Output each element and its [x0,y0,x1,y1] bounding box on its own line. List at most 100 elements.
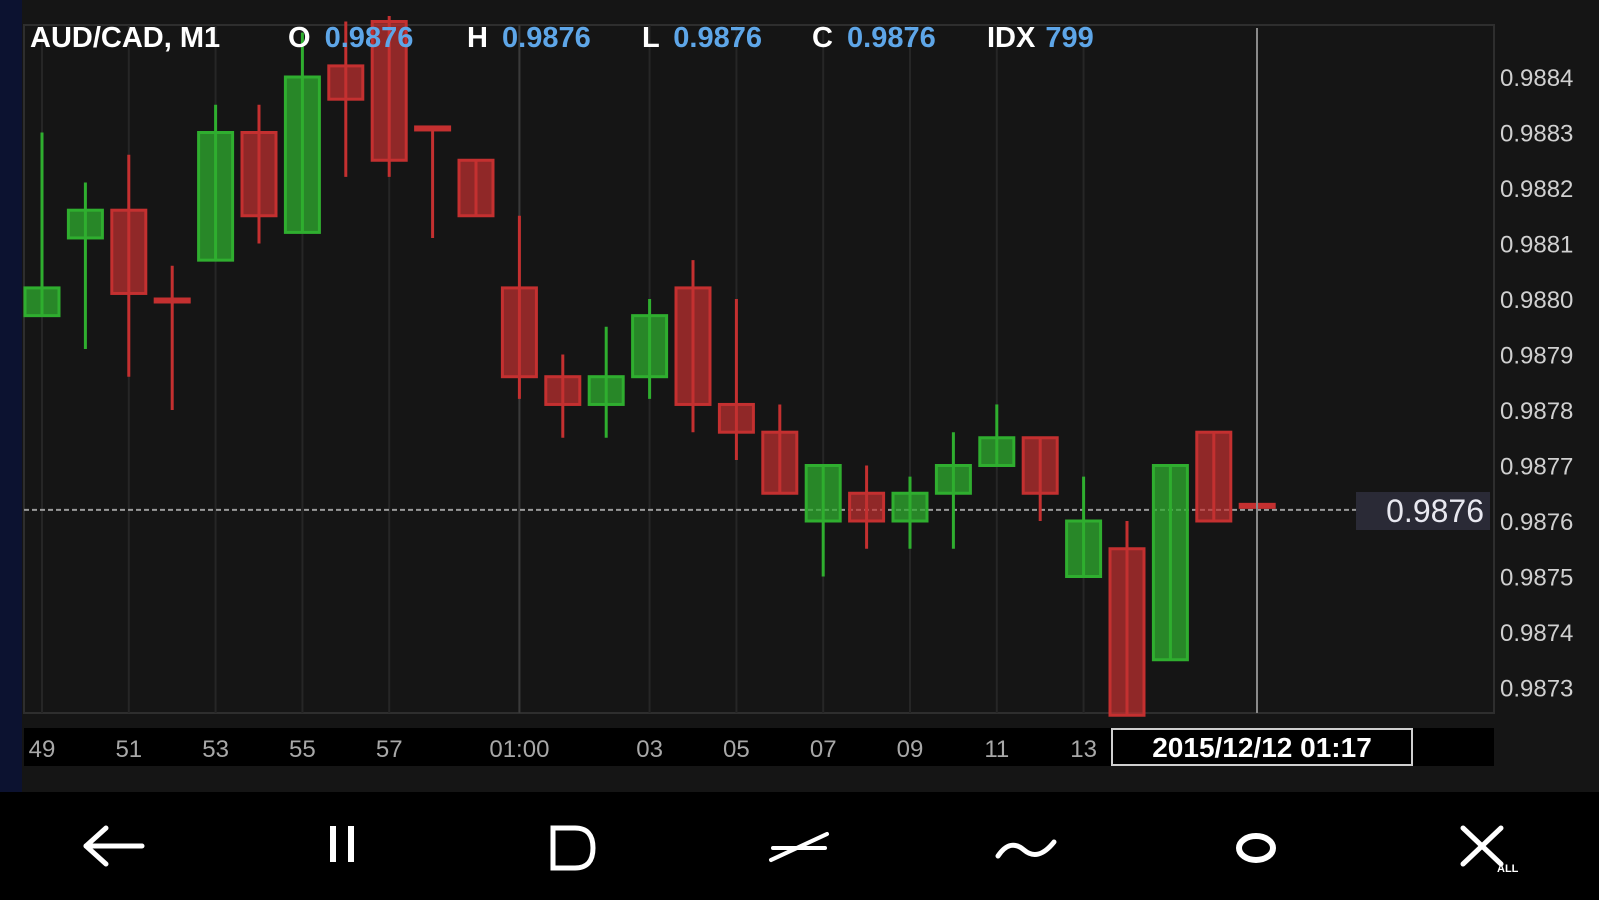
x-tick-label: 07 [810,736,837,763]
x-tick-label: 51 [115,736,142,763]
curve-button[interactable] [973,806,1083,886]
candle-body [544,375,582,406]
x-tick-label: 05 [723,736,750,763]
high-value: 0.9876 [502,22,591,54]
circle-button[interactable] [1201,806,1311,886]
open-value: 0.9876 [325,22,414,54]
y-axis-labels: 0.9884 0.9883 0.9882 0.9881 0.9880 0.9879 0.98… [1500,65,1573,703]
idx-value: 799 [1045,22,1093,54]
x-tick-label: 03 [636,736,663,763]
y-tick-label: 0.9880 [1500,287,1573,314]
bearish-candle [848,465,886,549]
close-all-button[interactable]: ALL [1430,806,1540,886]
back-button[interactable] [59,806,169,886]
candle-body [848,491,886,523]
circle-icon [1236,833,1277,863]
chart-header: AUD/CAD, M1 O 0.9876 H 0.9876 L 0.9876 C… [30,22,1094,54]
symbol-label: AUD/CAD, M1 [30,22,220,54]
bearish-candle [500,215,538,399]
bearish-candle [457,158,495,218]
bullish-candle [66,182,104,349]
bearish-candle [1195,430,1233,523]
candle-body [1195,430,1233,523]
candle-body [457,158,495,218]
bearish-candle [674,260,712,433]
candle-body [414,125,452,132]
candle-body [23,286,61,318]
bullish-candle [631,299,669,399]
bearish-candle [414,125,452,238]
bullish-candle [978,404,1016,467]
pause-button[interactable] [288,806,398,886]
candle-body [1108,547,1146,717]
bearish-candle [717,299,755,460]
x-tick-label: 09 [897,736,924,763]
y-tick-label: 0.9881 [1500,232,1573,259]
candle-body [587,375,625,406]
y-tick-label: 0.9873 [1500,676,1573,703]
y-tick-label: 0.9874 [1500,620,1573,647]
close-all-caption: ALL [1497,863,1519,875]
y-tick-label: 0.9879 [1500,343,1573,370]
plot-frame [23,24,1495,714]
pause-icon [329,826,354,862]
draw-d-button[interactable] [516,806,626,886]
low-value: 0.9876 [673,22,762,54]
bullish-candle [804,464,842,577]
idx-label: IDX [987,22,1036,54]
candle-body [1021,436,1059,495]
bearish-candle [153,265,191,410]
candle-body [761,430,799,495]
trendline-button[interactable] [744,806,854,886]
candle-body [500,286,538,379]
y-tick-label: 0.9875 [1500,565,1573,592]
candle-body [66,208,104,240]
bearish-candle [1021,436,1059,521]
y-tick-label: 0.9878 [1500,398,1573,425]
close-value: 0.9876 [847,22,936,54]
bullish-candle [891,476,929,549]
candle-body [1151,464,1189,662]
bearish-candle [240,104,278,244]
x-tick-label: 01:00 [489,736,549,763]
y-tick-label: 0.9883 [1500,121,1573,148]
bullish-candle [197,104,235,262]
bearish-candle [544,354,582,438]
x-tick-label: 49 [29,736,56,763]
candle-body [631,314,669,379]
bullish-candle [587,326,625,438]
d-shape-icon [550,825,596,871]
close-all-icon: ALL [1460,825,1519,875]
y-tick-label: 0.9884 [1500,65,1573,92]
x-tick-label: 53 [202,736,229,763]
candle-body [978,436,1016,467]
bullish-candle [1065,476,1103,578]
bullish-candle [23,132,61,318]
wave-curve-icon [995,839,1057,859]
bearish-candle [110,154,148,377]
candle-body [327,64,365,101]
candle-body [804,464,842,523]
candle-body [197,131,235,262]
y-tick-label: 0.9877 [1500,454,1573,481]
candlestick-chart[interactable]: 0.9884 0.9883 0.9882 0.9881 0.9880 0.9879 0.98… [0,0,1599,900]
candle-body [674,286,712,406]
low-label: L [642,22,659,54]
x-tick-label: 11 [984,736,1009,763]
x-tick-label: 55 [289,736,316,763]
bullish-candle [1151,464,1189,662]
candle-body [717,402,755,434]
candle-body [283,75,321,234]
bullish-candle [283,32,321,234]
bullish-candle [934,432,972,549]
open-label: O [288,22,311,54]
bottom-toolbar: ALL [0,792,1599,900]
bearish-candle [1108,521,1146,717]
x-tick-label: 57 [376,736,403,763]
candle-body [240,131,278,218]
candle-body [110,208,148,295]
close-label: C [812,22,833,54]
y-tick-label: 0.9882 [1500,176,1573,203]
crosshair-time-label: 2015/12/12 01:17 [1152,732,1372,763]
y-tick-label: 0.9876 [1500,509,1573,536]
